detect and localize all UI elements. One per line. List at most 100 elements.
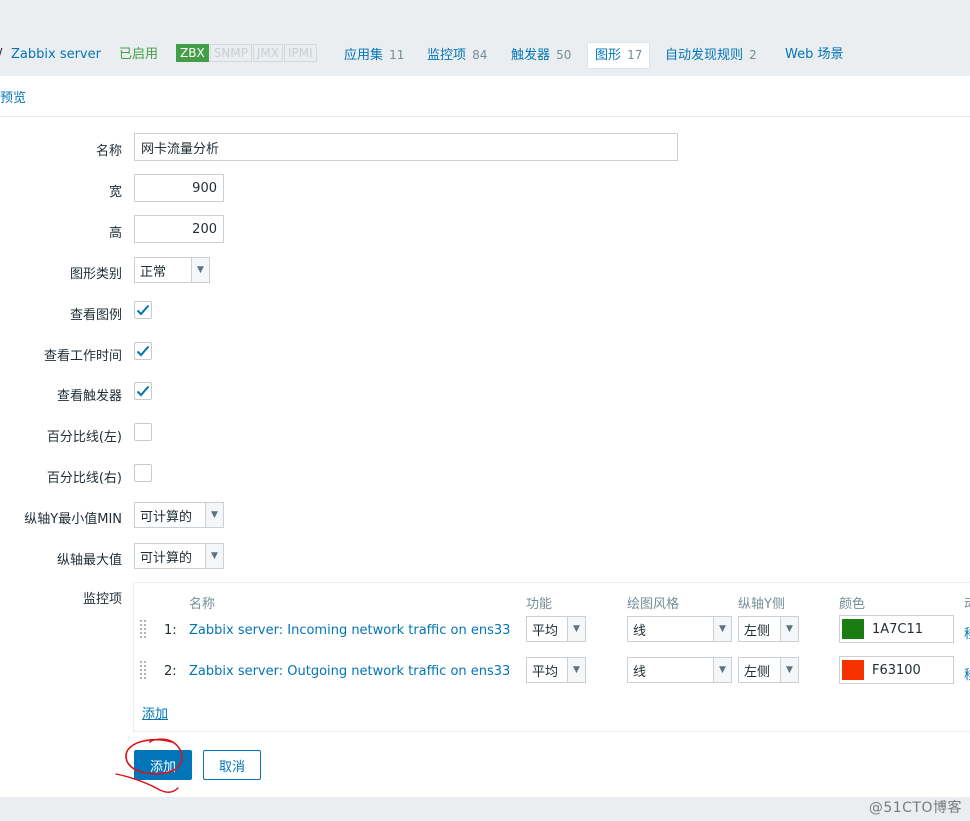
ymin-select[interactable]: 可计算的 ▼ [134,502,224,528]
chevron-down-icon: ▼ [713,617,731,641]
percentile-right-label: 百分比线(右) [46,471,122,486]
cancel-button[interactable]: 取消 [203,750,261,780]
tab-count: 11 [389,48,405,62]
draw-style-select[interactable]: 线 ▼ [627,616,732,642]
tab-label: 图形 [595,48,622,63]
chevron-down-icon: ▼ [780,658,798,682]
function-select[interactable]: 平均 ▼ [526,657,586,683]
breadcrumb-separator: / [0,47,2,63]
table-row: 2: Zabbix server: Outgoing network traff… [134,654,970,686]
graph-type-value: 正常 [140,264,167,280]
width-input[interactable]: 900 [134,174,224,202]
watermark: @51CTO博客 [868,800,962,816]
width-value: 900 [192,180,217,196]
column-function: 功能 [526,597,553,612]
checkmark-icon [136,385,150,397]
tab-items[interactable]: 监控项 84 [427,47,487,64]
remove-link[interactable]: 移 [964,623,970,642]
show-legend-label: 查看图例 [69,308,122,323]
tab-count: 50 [556,48,572,62]
items-table: 名称 功能 绘图风格 纵轴Y侧 颜色 动 1: Zabbix server: I… [133,582,970,732]
table-row: 1: Zabbix server: Incoming network traff… [134,613,970,645]
show-triggers-label: 查看触发器 [56,389,122,404]
color-value: 1A7C11 [872,621,924,637]
show-working-time-checkbox[interactable] [134,342,152,360]
chevron-down-icon: ▼ [780,617,798,641]
color-swatch[interactable] [842,619,864,639]
ymax-select[interactable]: 可计算的 ▼ [134,543,224,569]
tab-label: 应用集 [344,48,384,63]
function-select[interactable]: 平均 ▼ [526,616,586,642]
draw-style-value: 线 [633,623,647,639]
column-action: 动 [964,593,970,612]
availability-badges: ZBX SNMP JMX IPMI [176,44,318,62]
top-band [0,0,970,34]
name-input[interactable]: 网卡流量分析 [134,133,678,161]
y-axis-select[interactable]: 左侧 ▼ [738,616,799,642]
name-value: 网卡流量分析 [141,141,220,157]
y-axis-value: 左侧 [744,664,771,680]
tab-label: Web 场景 [785,47,844,62]
tab-count: 2 [749,48,757,62]
item-link[interactable]: Zabbix server: Incoming network traffic … [189,623,510,638]
color-picker[interactable]: F63100 [839,656,954,684]
drag-handle-icon[interactable] [140,661,148,681]
draw-style-select[interactable]: 线 ▼ [627,657,732,683]
host-link[interactable]: Zabbix server [11,47,101,63]
tab-applications[interactable]: 应用集 11 [344,47,404,64]
graph-type-label: 图形类别 [69,267,122,282]
ymax-value: 可计算的 [140,550,193,566]
chevron-down-icon: ▼ [205,544,223,568]
row-number: 2: [164,664,177,679]
function-value: 平均 [532,623,559,639]
jmx-badge: JMX [252,44,283,62]
status-enabled[interactable]: 已启用 [119,47,158,63]
show-triggers-checkbox[interactable] [134,382,152,400]
row-number: 1: [164,623,177,638]
tab-graphs[interactable]: 图形 17 [587,42,651,69]
snmp-badge: SNMP [209,44,252,62]
ymin-label: 纵轴Y最小值MIN [24,512,122,527]
height-input[interactable]: 200 [134,215,224,243]
width-label: 宽 [108,185,122,200]
chevron-down-icon: ▼ [713,658,731,682]
add-item-link[interactable]: 添加 [142,703,168,722]
checkmark-icon [136,345,150,357]
tab-discovery-rules[interactable]: 自动发现规则 2 [665,47,757,64]
items-label: 监控项 [82,592,122,607]
tab-web-scenarios[interactable]: Web 场景 [785,47,843,63]
ipmi-badge: IPMI [284,44,317,62]
chevron-down-icon: ▼ [205,503,223,527]
name-label: 名称 [95,144,122,159]
y-axis-select[interactable]: 左侧 ▼ [738,657,799,683]
column-draw-style: 绘图风格 [627,597,680,612]
color-picker[interactable]: 1A7C11 [839,615,954,643]
color-swatch[interactable] [842,660,864,680]
add-button[interactable]: 添加 [134,750,192,780]
column-name: 名称 [189,597,216,612]
function-value: 平均 [532,664,559,680]
drag-handle-icon[interactable] [140,620,148,640]
chevron-down-icon: ▼ [191,258,209,282]
percentile-left-checkbox[interactable] [134,423,152,441]
show-legend-checkbox[interactable] [134,301,152,319]
percentile-right-checkbox[interactable] [134,464,152,482]
chevron-down-icon: ▼ [567,658,585,682]
draw-style-value: 线 [633,664,647,680]
remove-link[interactable]: 移 [964,664,970,683]
footer: @51CTO博客 [0,797,970,821]
color-value: F63100 [872,662,921,678]
y-axis-value: 左侧 [744,623,771,639]
tab-preview[interactable]: 预览 [0,87,26,106]
graph-type-select[interactable]: 正常 ▼ [134,257,210,283]
height-label: 高 [108,226,122,241]
ymin-value: 可计算的 [140,509,193,525]
height-value: 200 [192,221,217,237]
tab-label: 触发器 [511,48,551,63]
item-link[interactable]: Zabbix server: Outgoing network traffic … [189,664,510,679]
column-color: 颜色 [839,597,866,612]
tab-triggers[interactable]: 触发器 50 [511,47,571,64]
percentile-left-label: 百分比线(左) [46,430,122,445]
chevron-down-icon: ▼ [567,617,585,641]
checkmark-icon [136,304,150,316]
